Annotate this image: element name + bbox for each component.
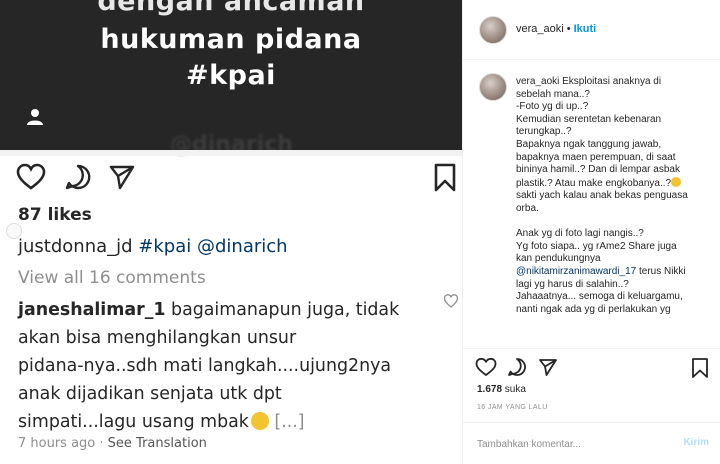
- caption-line-18: nanti ngak ada yg di perlakukan yg: [516, 303, 671, 315]
- separator-dot: •: [566, 23, 571, 35]
- inner-comment-line-5: simpati...lagu usang mbak: [18, 412, 249, 432]
- caption-line-1: Eksploitasi anaknya di: [559, 76, 662, 87]
- inner-caption-user: justdonna_jd: [18, 236, 133, 257]
- inner-bookmark-icon: [434, 163, 456, 192]
- image-text-line-2: hukuman pidana: [100, 24, 362, 55]
- caption-line-3: -Foto yg di up..?: [516, 101, 589, 113]
- caption-line-4: Kemudian serentetan kebenaran: [516, 113, 662, 125]
- actions-divider: [463, 348, 720, 349]
- caption-line-10: sakti yach kalau anak bekas penguasa: [516, 190, 688, 202]
- share-icon[interactable]: [538, 357, 558, 377]
- comment-bar: Kirim: [463, 422, 720, 464]
- laughing-emoji-icon: [250, 412, 269, 430]
- caption-line-15: terus Nikki: [636, 265, 686, 277]
- comment-input[interactable]: [477, 435, 667, 453]
- caption-line-8: bininya hamil..? Dan di lempar asbak: [516, 164, 680, 176]
- inner-caption: justdonna_jd #kpai @dinarich: [18, 236, 288, 257]
- caption-mention-link[interactable]: @nikitamirzanimawardi_17: [516, 266, 636, 277]
- post-action-bar: [463, 355, 720, 381]
- inner-comment-icon: [65, 164, 91, 190]
- post-sidebar: vera_aoki • Ikuti vera_aoki Eksploitasi an…: [462, 0, 720, 464]
- username-link[interactable]: vera_aoki: [516, 23, 564, 35]
- post-image[interactable]: dengan ancaman hukuman pidana #kpai @din…: [0, 0, 462, 464]
- inner-comment-line-2: akan bisa menghilangkan unsur: [18, 328, 297, 348]
- image-divider: [0, 150, 462, 156]
- instagram-post-view: dengan ancaman hukuman pidana #kpai @din…: [0, 0, 720, 464]
- likes-count[interactable]: 1.678 suka: [477, 384, 526, 395]
- post-caption: vera_aoki Eksploitasi anaknya di sebelah…: [516, 76, 712, 316]
- inner-see-translation: See Translation: [107, 436, 207, 451]
- caption-line-14: kan pendukungnya: [516, 253, 601, 265]
- caption-line-9: plastik.? Atau make engkobanya..?: [516, 177, 672, 189]
- image-text-line-3: #kpai: [186, 60, 276, 91]
- likes-number: 1.678: [477, 384, 503, 395]
- inner-action-bar: [0, 163, 462, 193]
- heart-icon[interactable]: [475, 357, 497, 377]
- laughing-emoji-icon: [671, 176, 682, 187]
- caption-line-11: orba.: [516, 202, 539, 214]
- inner-comment-meta: 7 hours ago · See Translation: [18, 436, 207, 451]
- inner-caption-mention: @dinarich: [197, 236, 288, 257]
- image-text-line-1: dengan ancaman: [97, 0, 365, 17]
- inner-view-all-comments: View all 16 comments: [18, 268, 206, 288]
- post-timestamp: 16 JAM YANG LALU: [477, 404, 548, 411]
- caption-line-7: bapaknya maen perempuan, di saat: [516, 151, 676, 163]
- inner-comment-user: janeshalimar_1: [18, 300, 166, 320]
- inner-comment-line-1: bagaimanapun juga, tidak: [165, 300, 400, 320]
- caption-line-17: Jahaaatnya... semoga di keluargamu,: [516, 291, 683, 303]
- image-dark-panel: dengan ancaman hukuman pidana #kpai @din…: [0, 0, 462, 157]
- inner-comment-heart-icon: [443, 294, 459, 308]
- follow-button[interactable]: Ikuti: [574, 23, 597, 35]
- inner-likes-count: 87 likes: [18, 205, 92, 225]
- post-comment-button[interactable]: Kirim: [683, 437, 709, 448]
- caption-line-12: Anak yg di foto lagi nangis..?: [516, 228, 644, 240]
- bookmark-icon[interactable]: [691, 357, 709, 379]
- inner-comment-more: [...]: [268, 412, 305, 432]
- post-header: vera_aoki • Ikuti: [463, 0, 720, 60]
- inner-comment-time: 7 hours ago: [18, 436, 96, 451]
- inner-comment-line-3: pidana-nya..sdh mati langkah....ujung2ny…: [18, 356, 392, 376]
- caption-username[interactable]: vera_aoki: [516, 76, 559, 87]
- caption-avatar[interactable]: [479, 73, 507, 101]
- caption-line-2: sebelah mana..?: [516, 88, 590, 100]
- caption-line-6: Bapaknya ngak tanggung jawab,: [516, 138, 662, 150]
- inner-comment-line-4: anak dijadikan senjata utk dpt: [18, 384, 282, 404]
- post-header-info: vera_aoki • Ikuti: [516, 23, 596, 35]
- caption-line-5: terungkap..?: [516, 126, 572, 138]
- inner-heart-icon: [16, 163, 46, 190]
- caption-line-13: Yg foto siapa.. yg rAme2 Share juga: [516, 240, 677, 252]
- likes-label: suka: [502, 384, 526, 395]
- inner-caption-hashtag: #kpai: [138, 236, 192, 257]
- avatar[interactable]: [479, 16, 507, 44]
- caption-line-16: lagi yg harus di salahin..?: [516, 278, 629, 290]
- inner-share-icon: [109, 165, 135, 190]
- comment-icon[interactable]: [507, 357, 527, 377]
- user-tag-icon[interactable]: [24, 106, 46, 128]
- inner-comment: janeshalimar_1 bagaimanapun juga, tidak …: [18, 296, 399, 436]
